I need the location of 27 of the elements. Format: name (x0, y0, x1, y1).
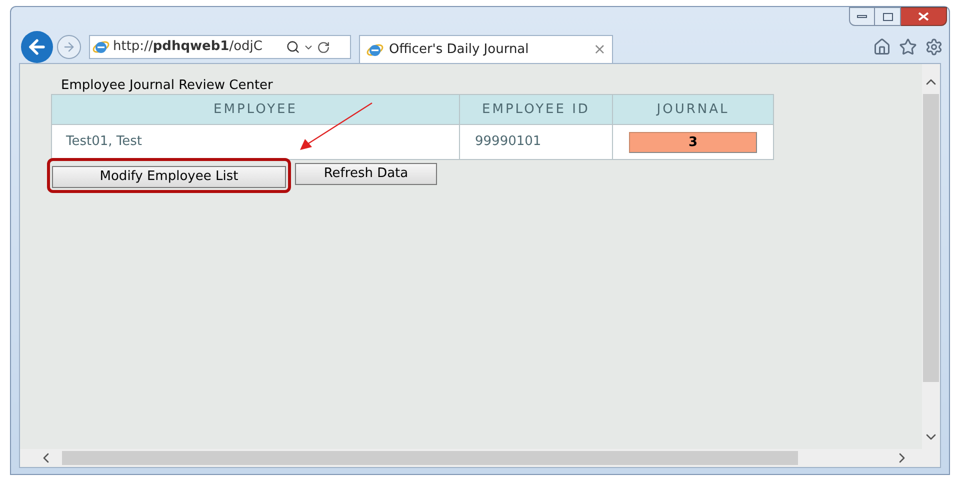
action-button[interactable]: Refresh Data (295, 162, 437, 185)
tab-close[interactable]: × (593, 38, 606, 61)
page-title: Employee Journal Review Center (61, 78, 273, 94)
column-header: EMPLOYEE ID (460, 94, 612, 124)
favorites-icon[interactable] (899, 38, 917, 56)
journal-count-button[interactable]: 3 (629, 132, 757, 152)
column-header: EMPLOYEE (52, 94, 460, 124)
close-icon (918, 12, 929, 21)
refresh-icon[interactable] (317, 40, 330, 54)
minimize-button[interactable] (849, 7, 875, 26)
table-cell: 99990101 (460, 124, 612, 160)
back-icon (26, 36, 48, 58)
url-text: http://pdhqweb1/odjC (113, 38, 264, 56)
home-icon[interactable] (873, 38, 891, 56)
tab-title: Officer's Daily Journal (389, 40, 530, 59)
horizontal-scrollbar-thumb[interactable] (62, 451, 798, 465)
maximize-button[interactable] (875, 7, 901, 26)
column-header: JOURNAL (612, 94, 774, 124)
settings-icon[interactable] (925, 38, 943, 56)
search-icon[interactable] (286, 40, 300, 54)
vertical-scrollbar-thumb[interactable] (923, 94, 939, 382)
browser-tab[interactable]: Officer's Daily Journal × (359, 35, 613, 63)
address-bar[interactable]: http://pdhqweb1/odjC (89, 35, 351, 59)
forward-icon (62, 40, 76, 54)
back-button[interactable] (21, 31, 53, 63)
action-button[interactable]: Modify Employee List (52, 166, 286, 188)
close-button[interactable] (901, 7, 947, 26)
